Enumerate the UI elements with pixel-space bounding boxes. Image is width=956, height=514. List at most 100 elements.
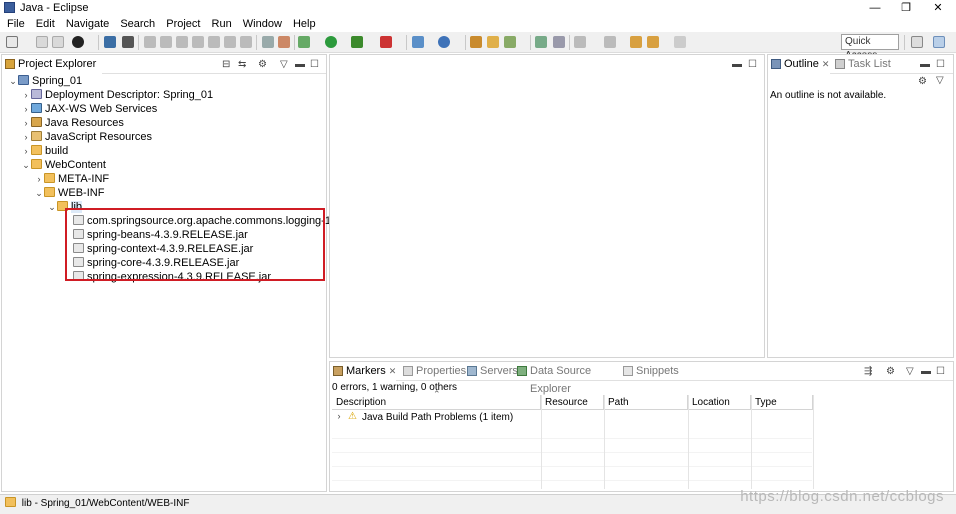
maximize-view-icon[interactable]: ☐ [936,366,945,377]
tree-item-webcontent[interactable]: ⌄ WebContent [21,158,106,172]
collapsed-chevron-icon[interactable]: › [334,411,344,421]
toggle-block-icon[interactable] [262,36,274,48]
menu-run[interactable]: Run [208,16,236,32]
view-menu-icon[interactable]: ▽ [936,75,944,86]
tree-item-build[interactable]: › build [21,144,68,158]
collapsed-chevron-icon[interactable]: › [34,172,44,186]
open-perspective-icon[interactable] [911,36,923,48]
step-return-icon[interactable] [240,36,252,48]
tree-item-project[interactable]: ⌄ Spring_01 [8,74,82,88]
menu-edit[interactable]: Edit [32,16,59,32]
tree-item-deployment-descriptor[interactable]: › Deployment Descriptor: Spring_01 [21,88,213,102]
maximize-view-icon[interactable]: ☐ [310,59,319,70]
tree-item-java-resources[interactable]: › Java Resources [21,116,124,130]
tab-task-list[interactable]: Task List [832,55,898,74]
expanded-chevron-icon[interactable]: ⌄ [34,186,44,200]
next-annotation-icon[interactable] [574,36,586,48]
deployment-descriptor-icon [31,89,42,99]
external-tools-icon[interactable] [298,36,310,48]
maximize-view-icon[interactable]: ☐ [936,59,945,70]
expanded-chevron-icon[interactable]: ⌄ [21,158,31,172]
open-type-icon[interactable] [470,36,482,48]
pin-editor-icon[interactable] [553,36,565,48]
view-menu-icon[interactable]: ▽ [280,59,288,70]
tab-properties[interactable]: Properties [400,362,466,381]
close-tab-icon[interactable]: ✕ [822,59,830,69]
column-description[interactable]: Description [332,395,541,410]
menu-window[interactable]: Window [239,16,286,32]
column-type[interactable]: Type [751,395,813,410]
tab-project-explorer[interactable]: Project Explorer ✕ [2,55,102,87]
previous-annotation-icon[interactable] [604,36,616,48]
menu-search[interactable]: Search [116,16,159,32]
last-edit-location-icon[interactable] [630,36,642,48]
suspend-icon[interactable] [160,36,172,48]
link-with-editor-icon[interactable]: ⇆ [238,59,246,70]
tree-item-web-inf[interactable]: ⌄ WEB-INF [34,186,104,200]
minimize-button[interactable]: — [859,0,891,16]
minimize-view-icon[interactable]: ▬ [920,59,930,70]
step-into-icon[interactable] [208,36,220,48]
tree-item-javascript-resources[interactable]: › JavaScript Resources [21,130,152,144]
tab-data-source-explorer[interactable]: Data Source Explorer [514,362,618,395]
annotation-icon[interactable] [535,36,547,48]
menu-project[interactable]: Project [162,16,204,32]
collapse-all-icon[interactable]: ⊟ [222,59,230,70]
tab-outline[interactable]: Outline ✕ [768,55,830,74]
column-resource[interactable]: Resource [541,395,604,410]
java-ee-perspective-icon[interactable] [933,36,945,48]
minimize-view-icon[interactable]: ▬ [921,366,931,377]
new-java-project-icon[interactable] [412,36,424,48]
maximize-button[interactable]: ❐ [890,0,922,16]
expanded-chevron-icon[interactable]: ⌄ [8,74,18,88]
menu-help[interactable]: Help [289,16,320,32]
tab-servers[interactable]: Servers [464,362,518,381]
new-file-icon[interactable] [6,36,18,48]
collapsed-chevron-icon[interactable]: › [21,102,31,116]
skip-breakpoints-icon[interactable] [122,36,134,48]
table-row[interactable]: › ⚠ Java Build Path Problems (1 item) [332,411,812,425]
collapsed-chevron-icon[interactable]: › [21,144,31,158]
column-path[interactable]: Path [604,395,688,410]
resume-icon[interactable] [144,36,156,48]
menu-navigate[interactable]: Navigate [62,16,113,32]
expanded-chevron-icon[interactable]: ⌄ [47,200,57,214]
close-tab-icon[interactable]: ✕ [389,366,397,376]
back-icon[interactable] [647,36,659,48]
view-settings-icon[interactable]: ⚙ [886,366,895,377]
tab-snippets[interactable]: Snippets [620,362,680,381]
save-icon[interactable] [36,36,48,48]
run-icon[interactable] [325,36,337,48]
save-all-icon[interactable] [52,36,64,48]
tree-item-jax-ws[interactable]: › JAX-WS Web Services [21,102,157,116]
terminate-icon[interactable] [176,36,188,48]
collapsed-chevron-icon[interactable]: › [21,88,31,102]
external-tools-run-icon[interactable] [380,36,392,48]
new-java-class-icon[interactable] [438,36,450,48]
maximize-editor-icon[interactable]: ☐ [748,59,757,70]
close-window-button[interactable]: ✕ [922,0,954,16]
debug-perspective-icon[interactable] [72,36,84,48]
step-over-icon[interactable] [224,36,236,48]
column-location[interactable]: Location [688,395,751,410]
minimize-editor-icon[interactable]: ▬ [732,59,742,70]
minimize-view-icon[interactable]: ▬ [295,59,305,70]
forward-icon[interactable] [674,36,686,48]
focus-on-active-task-icon[interactable]: ⇶ [864,366,872,377]
terminal-icon[interactable] [104,36,116,48]
folder-icon [5,497,16,507]
view-settings-icon[interactable]: ⚙ [918,76,927,87]
search-icon[interactable] [504,36,516,48]
quick-access-input[interactable]: Quick Access [841,34,899,61]
view-menu-filter-icon[interactable]: ⚙ [258,59,267,70]
open-task-icon[interactable] [487,36,499,48]
coverage-icon[interactable] [351,36,363,48]
disconnect-icon[interactable] [192,36,204,48]
view-menu-icon[interactable]: ▽ [906,366,914,377]
tree-item-meta-inf[interactable]: › META-INF [34,172,109,186]
collapsed-chevron-icon[interactable]: › [21,116,31,130]
tab-markers[interactable]: Markers ✕ [330,362,396,381]
build-icon[interactable] [278,36,290,48]
collapsed-chevron-icon[interactable]: › [21,130,31,144]
menu-file[interactable]: File [3,16,29,32]
